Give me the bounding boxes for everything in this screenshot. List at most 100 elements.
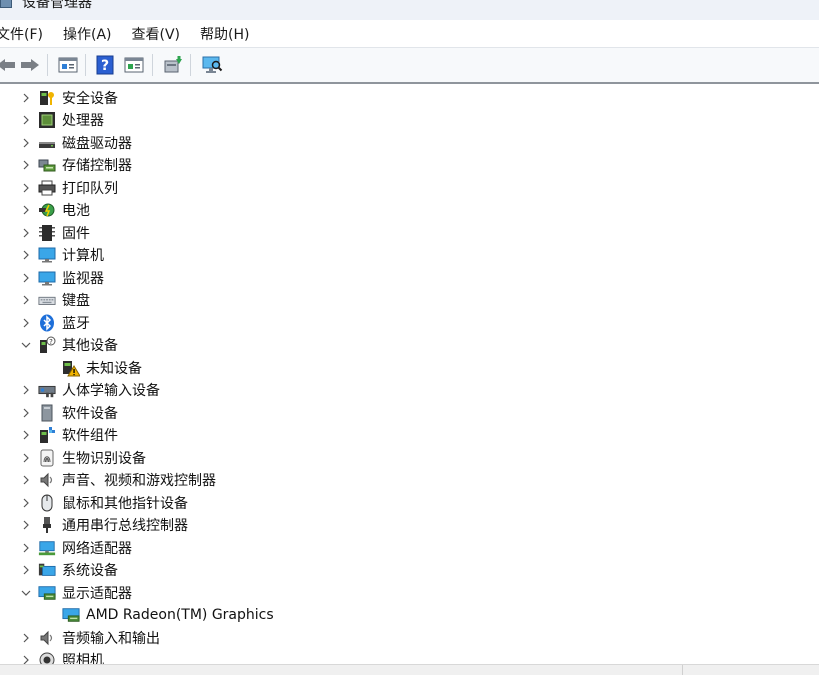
tree-item-label: 人体学输入设备 (62, 383, 160, 399)
tree-item-label: 照相机 (62, 653, 104, 664)
security-device-icon (38, 89, 56, 107)
audio-io-icon (38, 629, 56, 647)
toolbar-separator (190, 54, 191, 76)
tree-item-usb-controllers[interactable]: 通用串行总线控制器 (20, 514, 188, 536)
chevron-right-icon[interactable] (20, 497, 32, 509)
tree-item-label: 打印队列 (62, 181, 118, 197)
tree-item-software-devices[interactable]: 软件设备 (20, 402, 118, 424)
tree-item-label: 系统设备 (62, 563, 118, 579)
chevron-right-icon[interactable] (20, 384, 32, 396)
tree-item-hid[interactable]: 人体学输入设备 (20, 379, 160, 401)
chevron-right-icon[interactable] (20, 92, 32, 104)
tree-item-amd-radeon-graphics[interactable]: AMD Radeon(TM) Graphics (62, 604, 274, 626)
chevron-right-icon[interactable] (20, 294, 32, 306)
chevron-right-icon[interactable] (20, 272, 32, 284)
disk-drive-icon (38, 134, 56, 152)
chevron-right-icon[interactable] (20, 182, 32, 194)
tree-item-label: 音频输入和输出 (62, 631, 160, 647)
chevron-right-icon[interactable] (20, 474, 32, 486)
tree-item-bluetooth[interactable]: 蓝牙 (20, 312, 90, 334)
tree-item-label: 网络适配器 (62, 541, 132, 557)
tree-item-storage-controllers[interactable]: 存储控制器 (20, 154, 132, 176)
tree-item-batteries[interactable]: 电池 (20, 199, 90, 221)
chevron-right-icon[interactable] (20, 317, 32, 329)
tree-item-label: 计算机 (62, 248, 104, 264)
display-adapter-icon (38, 584, 56, 602)
chevron-right-icon[interactable] (20, 159, 32, 171)
chevron-right-icon[interactable] (20, 564, 32, 576)
tree-item-print-queues[interactable]: 打印队列 (20, 177, 118, 199)
menu-help[interactable]: 帮助(H) (190, 24, 259, 44)
tree-item-monitors[interactable]: 监视器 (20, 267, 104, 289)
display-adapter-icon (62, 606, 80, 624)
chevron-right-icon[interactable] (20, 227, 32, 239)
tree-item-processors[interactable]: 处理器 (20, 109, 104, 131)
tree-item-firmware[interactable]: 固件 (20, 222, 90, 244)
tree-item-audio-io[interactable]: 音频输入和输出 (20, 627, 160, 649)
tree-item-system-devices[interactable]: 系统设备 (20, 559, 118, 581)
menu-action[interactable]: 操作(A) (53, 24, 122, 44)
menu-bar: 文件(F) 操作(A) 查看(V) 帮助(H) (0, 20, 819, 47)
usb-icon (38, 516, 56, 534)
tree-item-label: 声音、视频和游戏控制器 (62, 473, 216, 489)
processor-icon (38, 111, 56, 129)
menu-file[interactable]: 文件(F) (0, 24, 53, 44)
chevron-down-icon[interactable] (20, 587, 32, 599)
scan-hardware-icon[interactable] (200, 53, 224, 77)
other-devices-icon: ? (38, 336, 56, 354)
tree-item-label: 存储控制器 (62, 158, 132, 174)
svg-text:?: ? (49, 338, 53, 346)
tree-item-sound-video-game[interactable]: 声音、视频和游戏控制器 (20, 469, 216, 491)
tree-item-label: 电池 (62, 203, 90, 219)
tree-item-label: AMD Radeon(TM) Graphics (86, 607, 274, 623)
chevron-down-icon[interactable] (20, 339, 32, 351)
chevron-right-icon[interactable] (20, 632, 32, 644)
chevron-right-icon[interactable] (20, 429, 32, 441)
menu-view[interactable]: 查看(V) (122, 24, 191, 44)
tree-item-software-components[interactable]: 软件组件 (20, 424, 118, 446)
device-manager-app-icon (0, 0, 12, 8)
mouse-icon (38, 494, 56, 512)
chevron-right-icon[interactable] (20, 654, 32, 664)
tree-item-other-devices[interactable]: ? 其他设备 (20, 334, 118, 356)
tree-item-label: 通用串行总线控制器 (62, 518, 188, 534)
camera-icon (38, 651, 56, 664)
sound-icon (38, 471, 56, 489)
tree-item-label: 生物识别设备 (62, 451, 146, 467)
chevron-right-icon[interactable] (20, 519, 32, 531)
forward-icon[interactable] (18, 53, 42, 77)
help-icon[interactable]: ? (93, 53, 117, 77)
chevron-right-icon[interactable] (20, 452, 32, 464)
software-device-icon (38, 404, 56, 422)
tree-item-unknown-device[interactable]: 未知设备 (62, 357, 142, 379)
svg-text:?: ? (101, 58, 109, 74)
tree-item-biometric-devices[interactable]: 生物识别设备 (20, 447, 146, 469)
chevron-right-icon[interactable] (20, 204, 32, 216)
tree-item-label: 键盘 (62, 293, 90, 309)
show-hidden-icon[interactable] (122, 53, 146, 77)
tree-item-mice[interactable]: 鼠标和其他指针设备 (20, 492, 188, 514)
tree-item-security-devices[interactable]: 安全设备 (20, 87, 118, 109)
tree-item-label: 处理器 (62, 113, 104, 129)
chevron-right-icon[interactable] (20, 542, 32, 554)
back-icon[interactable] (0, 53, 18, 77)
chevron-right-icon[interactable] (20, 137, 32, 149)
monitor-icon (38, 269, 56, 287)
tree-item-keyboards[interactable]: 键盘 (20, 289, 90, 311)
network-adapter-icon (38, 539, 56, 557)
tree-item-network-adapters[interactable]: 网络适配器 (20, 537, 132, 559)
tree-item-label: 固件 (62, 226, 90, 242)
tree-item-computer[interactable]: 计算机 (20, 244, 104, 266)
tree-item-disk-drives[interactable]: 磁盘驱动器 (20, 132, 132, 154)
chevron-right-icon[interactable] (20, 114, 32, 126)
properties-icon[interactable] (56, 53, 80, 77)
update-driver-icon[interactable] (161, 53, 185, 77)
firmware-icon (38, 224, 56, 242)
tree-item-label: 软件组件 (62, 428, 118, 444)
tree-item-cameras[interactable]: 照相机 (20, 649, 104, 664)
unknown-device-warning-icon (62, 359, 80, 377)
tree-item-label: 蓝牙 (62, 316, 90, 332)
tree-item-display-adapters[interactable]: 显示适配器 (20, 582, 132, 604)
chevron-right-icon[interactable] (20, 407, 32, 419)
chevron-right-icon[interactable] (20, 249, 32, 261)
